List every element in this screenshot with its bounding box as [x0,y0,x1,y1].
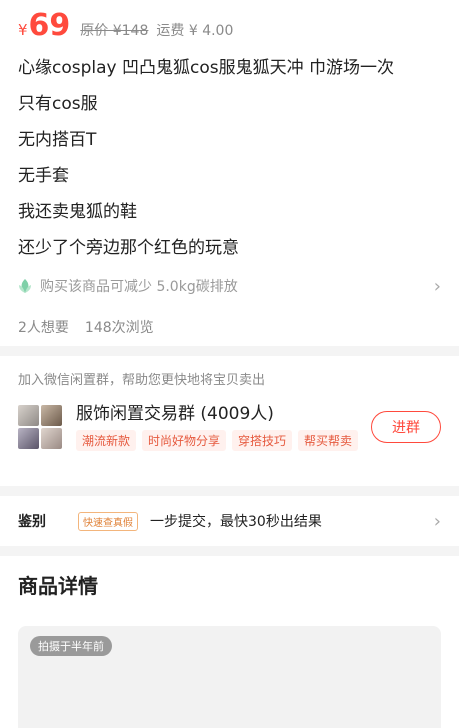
want-count: 2人想要 [18,320,69,336]
description-line: 心缘cosplay 凹凸鬼狐cos服鬼狐天冲 巾游场一次 [18,58,395,78]
description-line: 无内搭百T [18,130,97,150]
group-tag: 帮买帮卖 [298,430,359,451]
member-avatar [18,404,39,426]
carbon-text: 购买该商品可减少 5.0kg碳排放 [40,279,238,295]
item-stats: 2人想要 148次浏览 [18,314,441,340]
chevron-right-icon: › [433,275,441,297]
item-description: 心缘cosplay 凹凸鬼狐cos服鬼狐天冲 巾游场一次 只有cos服 无内搭百… [18,50,441,266]
carbon-reduction-row[interactable]: 购买该商品可减少 5.0kg碳排放 › [18,268,441,304]
member-avatar [41,404,62,426]
join-group-button[interactable]: 进群 [371,410,441,443]
details-title: 商品详情 [18,574,98,598]
photo-age-badge: 拍摄于半年前 [30,636,112,656]
description-line: 还少了个旁边那个红色的玩意 [18,238,239,258]
group-avatar [18,404,62,449]
description-line: 我还卖鬼狐的鞋 [18,202,137,222]
currency-symbol: ¥ [18,21,28,39]
view-count: 148次浏览 [84,320,154,336]
group-hint: 加入微信闲置群，帮助您更快地将宝贝卖出 [18,373,266,388]
authentication-label: 鉴别 [18,514,46,530]
group-tag: 穿搭技巧 [232,430,293,451]
group-row: 服饰闲置交易群 (4009人) 潮流新款 时尚好物分享 穿搭技巧 帮买帮卖 进群 [18,402,441,451]
current-price: 69 [28,8,71,43]
authentication-row[interactable]: 鉴别 快速查真假 一步提交，最快30秒出结果 › [0,496,459,546]
group-info: 服饰闲置交易群 (4009人) 潮流新款 时尚好物分享 穿搭技巧 帮买帮卖 [76,402,371,451]
group-tag: 潮流新款 [76,430,137,451]
quick-check-badge: 快速查真假 [78,511,138,531]
member-avatar [41,427,62,449]
product-details-card: 商品详情 拍摄于半年前 [0,556,459,728]
chevron-right-icon: › [433,510,441,532]
authentication-text: 一步提交，最快30秒出结果 [150,514,322,530]
group-tag: 时尚好物分享 [142,430,227,451]
item-info-card: ¥ 69 原价 ¥148 运费 ¥ 4.00 心缘cosplay 凹凸鬼狐cos… [0,0,459,346]
group-tags: 潮流新款 时尚好物分享 穿搭技巧 帮买帮卖 [76,430,371,451]
leaf-icon [19,279,31,293]
shipping-fee: 运费 ¥ 4.00 [156,23,234,39]
description-line: 只有cos服 [18,94,98,114]
price-row: ¥ 69 原价 ¥148 运费 ¥ 4.00 [18,0,441,50]
description-line: 无手套 [18,166,69,186]
group-name: 服饰闲置交易群 (4009人) [76,404,274,424]
member-avatar [18,427,39,449]
product-photo[interactable]: 拍摄于半年前 [18,626,441,728]
original-price: 原价 ¥148 [80,23,149,39]
wechat-group-card: 加入微信闲置群，帮助您更快地将宝贝卖出 服饰闲置交易群 (4009人) 潮流新款… [0,356,459,486]
